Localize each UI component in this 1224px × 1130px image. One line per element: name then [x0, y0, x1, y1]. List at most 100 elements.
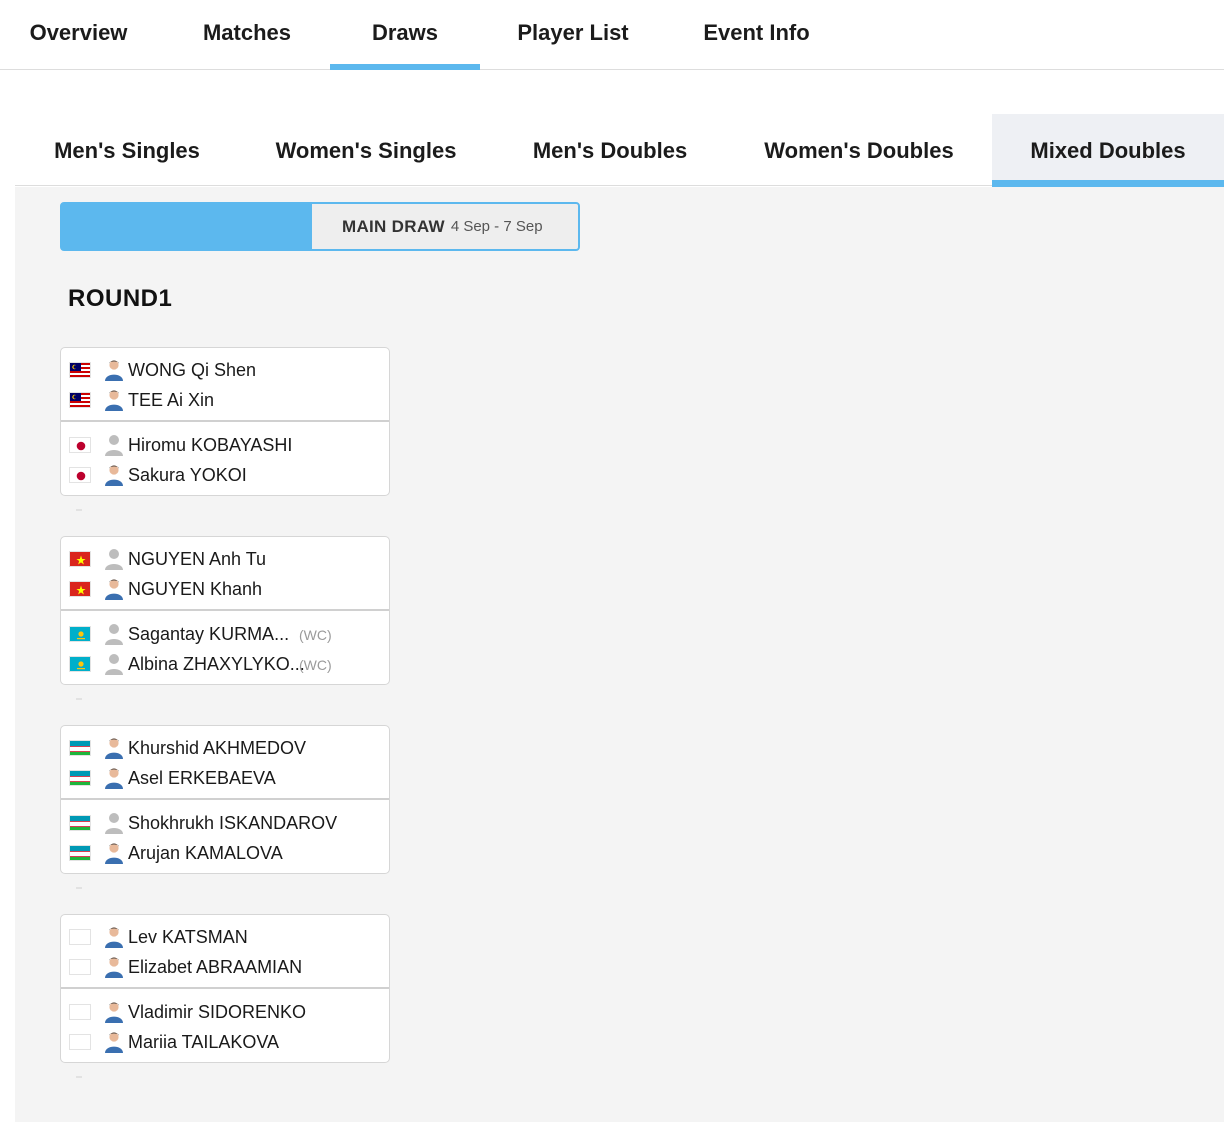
bracket-connector	[76, 887, 82, 889]
match-card[interactable]: Khurshid AKHMEDOV Asel ERKEBAEVA Shokhrukh…	[60, 725, 390, 874]
player-photo-icon	[103, 766, 125, 790]
player-name[interactable]: TEE Ai Xin	[128, 390, 214, 411]
japan-flag-icon	[69, 467, 91, 483]
match-pair: NGUYEN Anh Tu NGUYEN Khanh	[61, 537, 389, 611]
player-name[interactable]: Asel ERKEBAEVA	[128, 768, 276, 789]
player-row[interactable]: WONG Qi Shen	[61, 355, 389, 385]
player-name[interactable]: Elizabet ABRAAMIAN	[128, 957, 302, 978]
player-row[interactable]: Albina ZHAXYLYKO... (WC)	[61, 649, 389, 679]
uzbekistan-flag-icon	[69, 740, 91, 756]
draw-dates: 4 Sep - 7 Sep	[450, 218, 543, 235]
tab-womens-doubles[interactable]: Women's Doubles	[745, 114, 973, 186]
player-row[interactable]: Sagantay KURMA... (WC)	[61, 619, 389, 649]
player-row[interactable]: Hiromu KOBAYASHI	[61, 430, 389, 460]
player-photo-icon	[103, 841, 125, 865]
player-name[interactable]: Albina ZHAXYLYKO...	[128, 654, 305, 675]
tab-mens-doubles[interactable]: Men's Doubles	[505, 114, 715, 186]
draw-name: MAIN DRAW	[342, 216, 445, 236]
draw-option-main[interactable]: MAIN DRAW 4 Sep - 7 Sep	[312, 204, 578, 249]
player-photo-icon	[103, 463, 125, 487]
placeholder-avatar-icon	[103, 811, 125, 835]
bracket-connector	[76, 509, 82, 511]
player-photo-icon	[103, 955, 125, 979]
tab-event-info[interactable]: Event Info	[684, 0, 829, 69]
tab-mens-singles[interactable]: Men's Singles	[15, 114, 239, 186]
vietnam-flag-icon	[69, 581, 91, 597]
player-row[interactable]: Elizabet ABRAAMIAN	[61, 952, 389, 982]
uzbekistan-flag-icon	[69, 815, 91, 831]
draws-content: MAIN DRAW 4 Sep - 7 Sep ROUND1 WONG Qi S…	[15, 187, 1224, 1122]
player-name[interactable]: NGUYEN Khanh	[128, 579, 262, 600]
player-photo-icon	[103, 1030, 125, 1054]
match-pair: Khurshid AKHMEDOV Asel ERKEBAEVA	[61, 726, 389, 800]
match-pair: WONG Qi Shen TEE Ai Xin	[61, 348, 389, 422]
player-row[interactable]: Arujan KAMALOVA	[61, 838, 389, 868]
blank-flag-icon	[69, 1004, 91, 1020]
player-name[interactable]: Hiromu KOBAYASHI	[128, 435, 292, 456]
event-nav: Men's Singles Women's Singles Men's Doub…	[15, 114, 1224, 187]
tab-womens-singles[interactable]: Women's Singles	[255, 114, 477, 186]
bracket-connector	[76, 1076, 82, 1078]
player-name[interactable]: Vladimir SIDORENKO	[128, 1002, 306, 1023]
seed-badge: (WC)	[299, 657, 332, 673]
kazakhstan-flag-icon	[69, 626, 91, 642]
player-row[interactable]: NGUYEN Khanh	[61, 574, 389, 604]
japan-flag-icon	[69, 437, 91, 453]
player-photo-icon	[103, 388, 125, 412]
player-name[interactable]: Sagantay KURMA...	[128, 624, 289, 645]
tab-player-list[interactable]: Player List	[494, 0, 652, 69]
match-card[interactable]: WONG Qi Shen TEE Ai Xin Hiromu KOBAYASHI Sa…	[60, 347, 390, 496]
blank-flag-icon	[69, 929, 91, 945]
malaysia-flag-icon	[69, 392, 91, 408]
player-name[interactable]: Mariia TAILAKOVA	[128, 1032, 279, 1053]
bracket-connector	[76, 698, 82, 700]
match-pair: Hiromu KOBAYASHI Sakura YOKOI	[61, 423, 389, 497]
player-name[interactable]: Khurshid AKHMEDOV	[128, 738, 306, 759]
player-row[interactable]: Mariia TAILAKOVA	[61, 1027, 389, 1057]
blank-flag-icon	[69, 1034, 91, 1050]
player-photo-icon	[103, 358, 125, 382]
tab-overview[interactable]: Overview	[0, 0, 157, 69]
match-pair: Vladimir SIDORENKO Mariia TAILAKOVA	[61, 990, 389, 1064]
player-row[interactable]: Sakura YOKOI	[61, 460, 389, 490]
round-title: ROUND1	[68, 285, 173, 312]
player-row[interactable]: NGUYEN Anh Tu	[61, 544, 389, 574]
blank-flag-icon	[69, 959, 91, 975]
player-row[interactable]: Asel ERKEBAEVA	[61, 763, 389, 793]
match-card[interactable]: Lev KATSMAN Elizabet ABRAAMIAN Vladimir SI…	[60, 914, 390, 1063]
player-name[interactable]: WONG Qi Shen	[128, 360, 256, 381]
match-card[interactable]: NGUYEN Anh Tu NGUYEN Khanh Sagantay KURMA.…	[60, 536, 390, 685]
tab-matches[interactable]: Matches	[168, 0, 326, 69]
top-nav: Overview Matches Draws Player List Event…	[0, 0, 1224, 70]
player-row[interactable]: Lev KATSMAN	[61, 922, 389, 952]
tab-mixed-doubles[interactable]: Mixed Doubles	[992, 114, 1224, 187]
player-row[interactable]: Khurshid AKHMEDOV	[61, 733, 389, 763]
tab-draws[interactable]: Draws	[330, 0, 480, 70]
player-name[interactable]: NGUYEN Anh Tu	[128, 549, 266, 570]
kazakhstan-flag-icon	[69, 656, 91, 672]
vietnam-flag-icon	[69, 551, 91, 567]
player-name[interactable]: Shokhrukh ISKANDAROV	[128, 813, 337, 834]
player-name[interactable]: Lev KATSMAN	[128, 927, 248, 948]
placeholder-avatar-icon	[103, 622, 125, 646]
match-pair: Sagantay KURMA... (WC) Albina ZHAXYLYKO...…	[61, 612, 389, 686]
player-row[interactable]: TEE Ai Xin	[61, 385, 389, 415]
player-name[interactable]: Sakura YOKOI	[128, 465, 247, 486]
placeholder-avatar-icon	[103, 652, 125, 676]
placeholder-avatar-icon	[103, 547, 125, 571]
player-photo-icon	[103, 925, 125, 949]
uzbekistan-flag-icon	[69, 770, 91, 786]
player-name[interactable]: Arujan KAMALOVA	[128, 843, 283, 864]
seed-badge: (WC)	[299, 627, 332, 643]
player-row[interactable]: Vladimir SIDORENKO	[61, 997, 389, 1027]
uzbekistan-flag-icon	[69, 845, 91, 861]
placeholder-avatar-icon	[103, 433, 125, 457]
player-photo-icon	[103, 736, 125, 760]
player-photo-icon	[103, 1000, 125, 1024]
player-row[interactable]: Shokhrukh ISKANDAROV	[61, 808, 389, 838]
player-photo-icon	[103, 577, 125, 601]
match-pair: Lev KATSMAN Elizabet ABRAAMIAN	[61, 915, 389, 989]
match-pair: Shokhrukh ISKANDAROV Arujan KAMALOVA	[61, 801, 389, 875]
malaysia-flag-icon	[69, 362, 91, 378]
draw-selector[interactable]: MAIN DRAW 4 Sep - 7 Sep	[60, 202, 580, 251]
